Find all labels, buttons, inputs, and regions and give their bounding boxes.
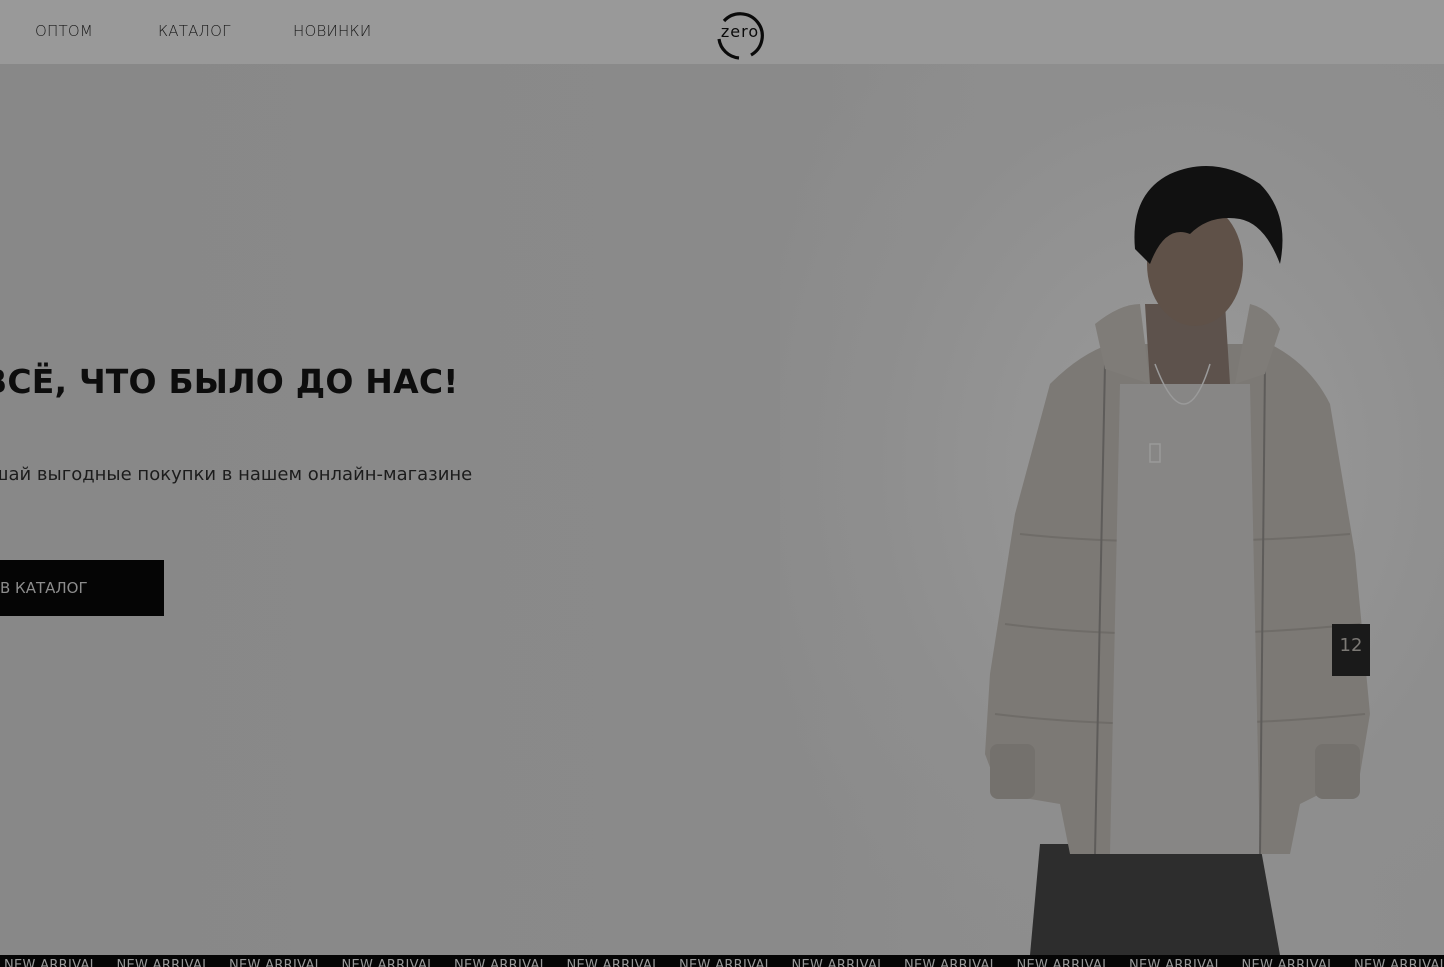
nav-link-new[interactable]: НОВИНКИ [293,22,371,40]
marquee-item: NEW ARRIVAL [904,958,998,967]
model-photo: 12 [985,166,1370,955]
logo-text: zero [721,22,759,41]
marquee-item: NEW ARRIVAL [229,958,323,967]
nav-link-wholesale[interactable]: ОПТОМ [35,22,93,40]
tshirt-shape [1110,384,1260,854]
hero-subtitle: шай выгодные покупки в нашем онлайн-мага… [0,464,473,485]
logo[interactable]: zero [711,3,769,61]
marquee-item: NEW ARRIVAL [1354,958,1444,967]
jeans-shape [1030,844,1280,955]
marquee-item: NEW ARRIVAL [679,958,773,967]
catalog-button-label: В КАТАЛОГ [0,579,88,597]
marquee-item: NEW ARRIVAL [791,958,885,967]
new-arrival-marquee: NEW ARRIVAL NEW ARRIVAL NEW ARRIVAL NEW … [0,955,1444,967]
marquee-item: NEW ARRIVAL [566,958,660,967]
marquee-item: NEW ARRIVAL [1129,958,1223,967]
marquee-item: NEW ARRIVAL [454,958,548,967]
marquee-item: NEW ARRIVAL [341,958,435,967]
sleeve-patch-text: 12 [1340,635,1363,656]
marquee-item: NEW ARRIVAL [1016,958,1110,967]
logo-mark: zero [717,12,764,60]
marquee-item: NEW ARRIVAL [4,958,98,967]
nav-link-catalog[interactable]: КАТАЛОГ [158,22,231,40]
site-header: ОПТОМ КАТАЛОГ НОВИНКИ zero [0,0,1444,64]
hero-title: ВСЁ, ЧТО БЫЛО ДО НАС! [0,362,459,401]
catalog-button[interactable]: В КАТАЛОГ [0,560,164,616]
marquee-item: NEW ARRIVAL [116,958,210,967]
marquee-item: NEW ARRIVAL [1241,958,1335,967]
page: ОПТОМ КАТАЛОГ НОВИНКИ zero ВСЁ, ЧТО БЫЛО… [0,0,1444,967]
marquee-track: NEW ARRIVAL NEW ARRIVAL NEW ARRIVAL NEW … [4,959,1444,967]
hero-banner: ВСЁ, ЧТО БЫЛО ДО НАС! шай выгодные покуп… [0,64,1444,955]
